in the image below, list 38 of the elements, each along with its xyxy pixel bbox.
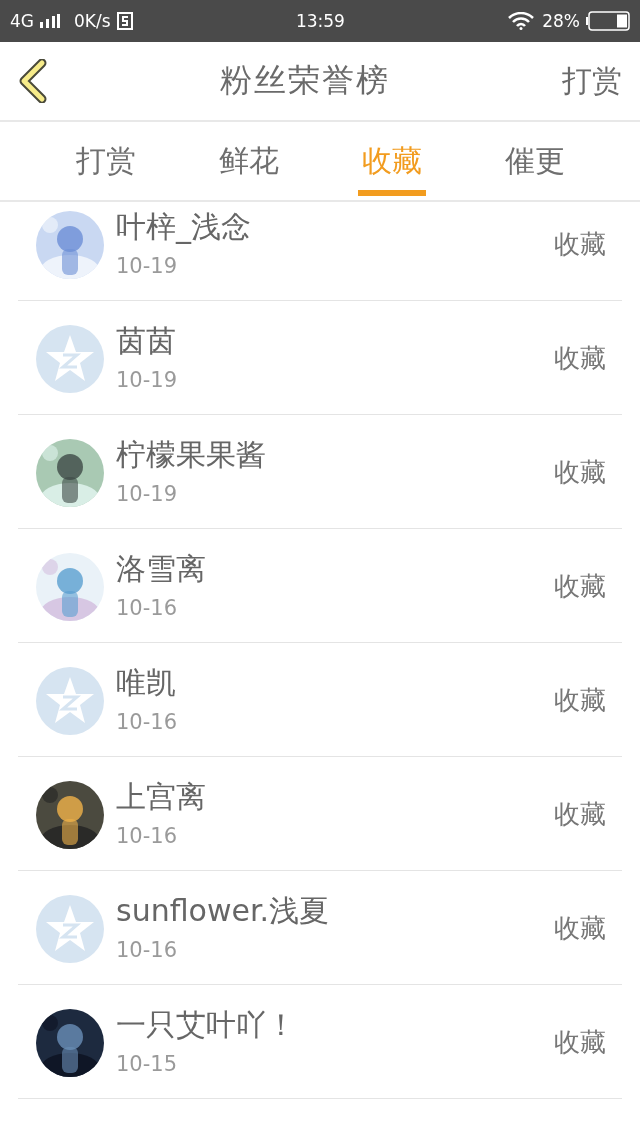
collect-button[interactable]: 收藏 xyxy=(554,683,606,718)
fan-name: 唯凯 xyxy=(116,664,177,702)
collect-button[interactable]: 收藏 xyxy=(554,341,606,376)
network-speed: 0K/s xyxy=(74,11,111,31)
fan-date: 10-16 xyxy=(116,938,179,962)
tab[interactable]: 催更 xyxy=(463,122,606,200)
fan-date: 10-19 xyxy=(116,254,179,278)
notification-icon xyxy=(116,12,133,30)
network-type: 4G xyxy=(10,11,34,31)
fan-date: 10-16 xyxy=(116,710,179,734)
tab[interactable]: 打赏 xyxy=(34,122,177,200)
fan-name: sunflower.浅夏 xyxy=(116,892,331,930)
fan-name: 上宫离 xyxy=(116,778,207,816)
battery-percent: 28% xyxy=(542,11,580,31)
collect-button[interactable]: 收藏 xyxy=(554,911,606,946)
signal-icon xyxy=(40,14,60,28)
fan-name: 洛雪离 xyxy=(116,550,207,588)
back-icon[interactable] xyxy=(18,59,48,103)
clock: 13:59 xyxy=(295,11,345,31)
fan-name: 一只艾叶吖！ xyxy=(116,1006,297,1044)
fan-name: 柠檬果果酱 xyxy=(116,436,267,474)
collect-button[interactable]: 收藏 xyxy=(554,227,606,262)
collect-button[interactable]: 收藏 xyxy=(554,797,606,832)
wifi-icon xyxy=(508,12,535,30)
tab[interactable]: 鲜花 xyxy=(177,122,320,200)
battery-icon xyxy=(586,11,630,31)
reward-button[interactable]: 打赏 xyxy=(562,60,622,102)
fan-date: 10-19 xyxy=(116,368,179,392)
fan-name: 叶梓_浅念 xyxy=(116,208,252,246)
collect-button[interactable]: 收藏 xyxy=(554,1025,606,1060)
fan-date: 10-15 xyxy=(116,1052,179,1076)
page-title: 粉丝荣誉榜 xyxy=(220,60,390,101)
collect-button[interactable]: 收藏 xyxy=(554,569,606,604)
fan-date: 10-16 xyxy=(116,596,179,620)
collect-button[interactable]: 收藏 xyxy=(554,455,606,490)
fan-date: 10-19 xyxy=(116,482,179,506)
fan-date: 10-16 xyxy=(116,824,179,848)
fan-name: 茵茵 xyxy=(116,322,177,360)
